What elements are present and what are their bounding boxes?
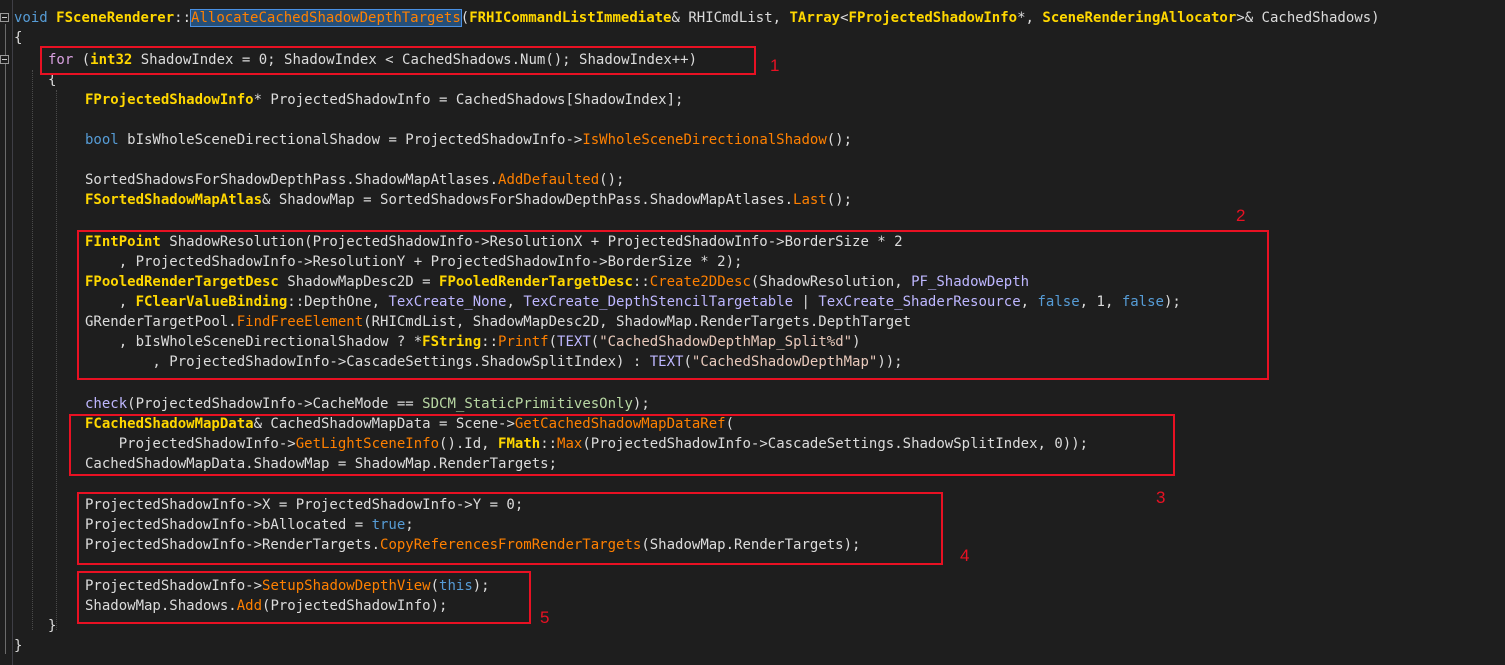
code-token: } (14, 638, 23, 654)
annotation-label-5: 5 (540, 608, 550, 627)
code-line[interactable]: { (14, 28, 22, 48)
annotation-box-5 (77, 571, 531, 624)
indent-guide (56, 90, 57, 630)
indent-guide (32, 70, 33, 630)
code-line[interactable]: FSortedShadowMapAtlas& ShadowMap = Sorte… (85, 190, 852, 210)
code-token: :: (174, 10, 192, 26)
code-token: AllocateCachedShadowDepthTargets (190, 9, 462, 27)
code-token: { (14, 30, 23, 46)
code-token: Last (793, 192, 827, 208)
code-line[interactable]: bool bIsWholeSceneDirectionalShadow = Pr… (85, 130, 852, 150)
annotation-box-4 (77, 492, 943, 565)
code-token: bool (85, 132, 119, 148)
annotation-box-2 (77, 230, 1269, 380)
annotation-label-4: 4 (960, 546, 970, 565)
code-line[interactable]: check(ProjectedShadowInfo->CacheMode == … (85, 394, 650, 414)
code-token: & RHICmdList, (671, 10, 790, 26)
code-token: IsWholeSceneDirectionalShadow (582, 132, 827, 148)
annotation-label-2: 2 (1236, 206, 1246, 225)
code-token: FSceneRenderer (56, 10, 175, 26)
code-token: & ShadowMap = SortedShadowsForShadowDept… (262, 192, 794, 208)
code-editor[interactable]: void FSceneRenderer::AllocateCachedShado… (0, 0, 1505, 665)
code-token: ( (460, 10, 470, 26)
annotation-box-1 (40, 46, 756, 75)
code-token: void (14, 10, 48, 26)
code-token: * ProjectedShadowInfo = CachedShadows[Sh… (253, 92, 684, 108)
code-line[interactable]: } (14, 636, 22, 656)
code-token: SDCM_StaticPrimitivesOnly (422, 396, 633, 412)
annotation-label-1: 1 (770, 56, 780, 75)
code-token: (); (826, 192, 853, 208)
code-token: (); (599, 172, 625, 188)
code-line[interactable]: void FSceneRenderer::AllocateCachedShado… (14, 8, 1380, 28)
code-token: TArray (789, 10, 841, 26)
code-token: SceneRenderingAllocator (1042, 10, 1237, 26)
code-line[interactable]: FProjectedShadowInfo* ProjectedShadowInf… (85, 90, 683, 110)
code-token: FProjectedShadowInfo (848, 10, 1018, 26)
code-token: check (85, 396, 128, 412)
code-token: >& CachedShadows) (1236, 10, 1380, 26)
editor-gutter (0, 0, 13, 665)
code-token: FSortedShadowMapAtlas (85, 192, 263, 208)
annotation-label-3: 3 (1156, 488, 1166, 507)
fold-collapse-icon[interactable] (0, 13, 9, 22)
fold-region-line (5, 24, 6, 654)
code-token: AddDefaulted (498, 172, 600, 188)
code-token: } (48, 618, 57, 634)
code-line[interactable]: } (48, 616, 56, 636)
code-token: bIsWholeSceneDirectionalShadow = Project… (118, 132, 583, 148)
code-token: SortedShadowsForShadowDepthPass.ShadowMa… (85, 172, 499, 188)
code-token: < (840, 10, 849, 26)
code-token: FRHICommandListImmediate (469, 10, 672, 26)
code-token: FProjectedShadowInfo (85, 92, 254, 108)
code-token: (); (826, 132, 853, 148)
code-line[interactable]: SortedShadowsForShadowDepthPass.ShadowMa… (85, 170, 624, 190)
annotation-box-3 (69, 414, 1175, 476)
code-token: ); (632, 396, 650, 412)
code-token: (ProjectedShadowInfo->CacheMode == (127, 396, 423, 412)
code-token: *, (1017, 10, 1043, 26)
fold-collapse-icon[interactable] (0, 55, 9, 64)
